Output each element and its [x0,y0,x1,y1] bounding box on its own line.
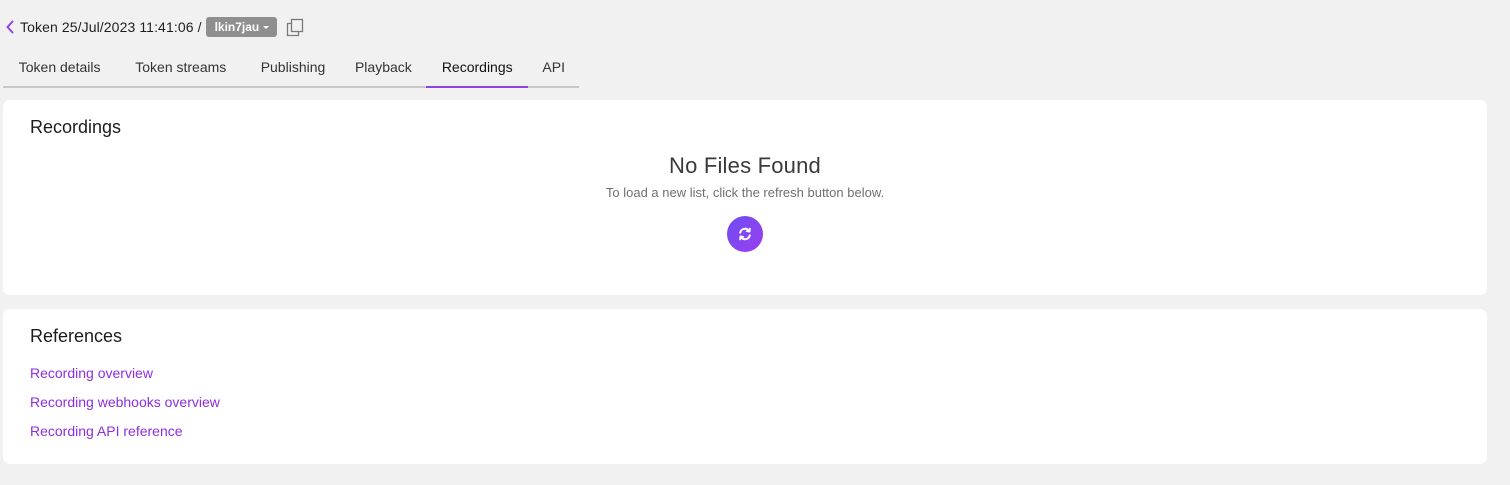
link-recording-webhooks-overview[interactable]: Recording webhooks overview [30,393,220,422]
refresh-icon [739,227,751,241]
reference-links: Recording overview Recording webhooks ov… [30,364,220,451]
empty-state: No Files Found To load a new list, click… [3,153,1487,252]
empty-state-title: No Files Found [669,153,821,178]
references-title: References [30,326,123,346]
tab-recordings[interactable]: Recordings [426,48,529,88]
tab-api[interactable]: API [528,48,579,86]
tab-token-details[interactable]: Token details [3,48,116,86]
tab-token-streams[interactable]: Token streams [116,48,245,86]
token-selector-badge[interactable]: lkin7jau [205,17,278,37]
tab-publishing[interactable]: Publishing [245,48,340,86]
recordings-title: Recordings [30,117,122,137]
references-card: References Recording overview Recording … [3,309,1487,464]
chevron-left-icon[interactable] [0,14,20,40]
breadcrumb: Token 25/Jul/2023 11:41:06 / lkin7jau [0,14,305,40]
tab-playback[interactable]: Playback [341,48,426,86]
refresh-button[interactable] [727,216,763,252]
token-badge-label: lkin7jau [214,20,260,34]
caret-down-icon [263,25,270,29]
link-recording-api-reference[interactable]: Recording API reference [30,422,220,451]
empty-state-description: To load a new list, click the refresh bu… [605,185,885,200]
link-recording-overview[interactable]: Recording overview [30,364,220,393]
recordings-card: Recordings No Files Found To load a new … [3,100,1487,295]
breadcrumb-token-title: Token 25/Jul/2023 11:41:06 / [20,19,202,35]
tab-bar: Token details Token streams Publishing P… [3,48,579,88]
copy-icon[interactable] [285,16,305,38]
